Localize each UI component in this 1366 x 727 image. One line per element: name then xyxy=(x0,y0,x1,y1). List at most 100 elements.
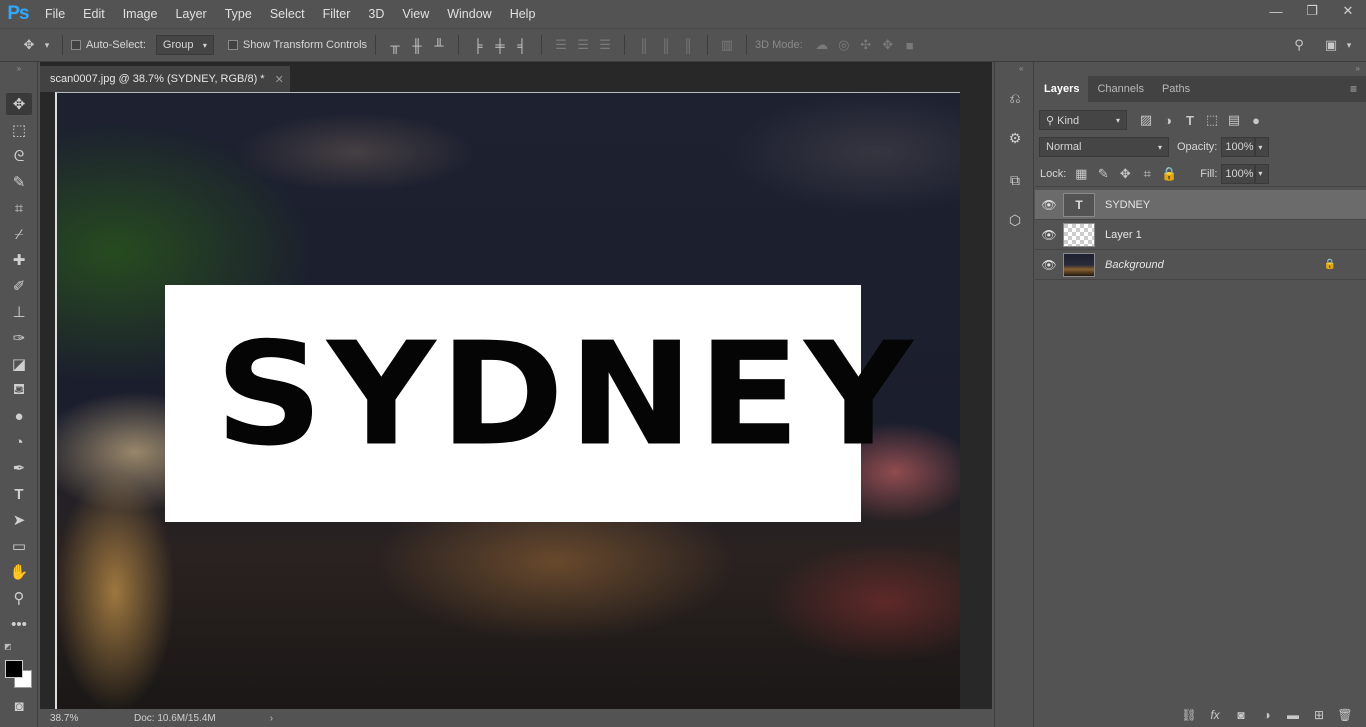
collapse-dock-icon[interactable]: « xyxy=(1019,64,1023,73)
menu-filter[interactable]: Filter xyxy=(314,0,360,28)
quick-mask-icon[interactable]: ◙ xyxy=(6,695,32,717)
history-panel-icon[interactable]: ⎌ xyxy=(1003,86,1027,110)
panel-menu-icon[interactable]: ≡ xyxy=(1341,76,1366,102)
blur-tool-icon[interactable]: ● xyxy=(6,405,32,427)
menu-edit[interactable]: Edit xyxy=(74,0,114,28)
distribute-top-icon[interactable]: ☰ xyxy=(550,34,572,56)
layer-row-sydney[interactable]: 👁 T SYDNEY xyxy=(1035,190,1366,220)
auto-select-option[interactable]: Auto-Select: xyxy=(71,39,146,51)
new-adjustment-layer-icon[interactable]: ◑ xyxy=(1254,708,1280,722)
crop-tool-icon[interactable]: ⌗ xyxy=(6,197,32,219)
show-transform-checkbox[interactable] xyxy=(227,40,238,50)
filter-toggle-icon[interactable]: ● xyxy=(1245,109,1267,131)
search-icon[interactable]: ⚲ xyxy=(1288,34,1310,56)
distribute-right-icon[interactable]: ║ xyxy=(677,34,699,56)
close-button[interactable]: ✕ xyxy=(1330,0,1366,22)
menu-file[interactable]: File xyxy=(36,0,74,28)
document-tab[interactable]: scan0007.jpg @ 38.7% (SYDNEY, RGB/8) * ✕ xyxy=(40,66,290,92)
adjustment-layer-filter-icon[interactable]: ◑ xyxy=(1157,109,1179,131)
distribute-centers-icon[interactable]: ☰ xyxy=(572,34,594,56)
pixel-layer-filter-icon[interactable]: ▨ xyxy=(1135,109,1157,131)
lock-transparent-pixels-icon[interactable]: ▦ xyxy=(1070,163,1092,185)
3d-pan-icon[interactable]: ✣ xyxy=(855,34,877,56)
3d-scale-icon[interactable]: ■ xyxy=(899,34,921,56)
show-transform-option[interactable]: Show Transform Controls xyxy=(227,39,367,51)
chevron-down-icon[interactable]: ▾ xyxy=(1342,34,1356,56)
distribute-left-icon[interactable]: ║ xyxy=(633,34,655,56)
new-group-icon[interactable]: ▬ xyxy=(1280,708,1306,722)
type-layer-filter-icon[interactable]: T xyxy=(1179,109,1201,131)
auto-select-checkbox[interactable] xyxy=(71,40,81,50)
canvas[interactable]: SYDNEY xyxy=(55,92,960,709)
visibility-eye-icon[interactable]: 👁 xyxy=(1035,198,1063,212)
tab-channels[interactable]: Channels xyxy=(1088,76,1152,102)
add-mask-icon[interactable]: ◙ xyxy=(1228,708,1254,722)
visibility-eye-icon[interactable]: 👁 xyxy=(1035,258,1063,272)
new-layer-icon[interactable]: ⊞ xyxy=(1306,708,1332,722)
auto-select-target-dropdown[interactable]: Group ▾ xyxy=(155,35,214,55)
healing-brush-tool-icon[interactable]: ✚ xyxy=(6,249,32,271)
layer-row-background[interactable]: 👁 Background 🔒 xyxy=(1035,250,1366,280)
edit-toolbar-icon[interactable]: ••• xyxy=(6,613,32,635)
paint-bucket-tool-icon[interactable]: ⛾ xyxy=(6,379,32,401)
close-icon[interactable]: ✕ xyxy=(275,73,284,86)
opacity-input[interactable]: 100% xyxy=(1221,137,1256,157)
tab-layers[interactable]: Layers xyxy=(1035,76,1089,102)
menu-image[interactable]: Image xyxy=(114,0,167,28)
hand-tool-icon[interactable]: ✋ xyxy=(6,561,32,583)
tab-paths[interactable]: Paths xyxy=(1153,76,1199,102)
auto-align-icon[interactable]: ▥ xyxy=(716,34,738,56)
layer-style-icon[interactable]: fx xyxy=(1202,708,1228,722)
lock-position-icon[interactable]: ✥ xyxy=(1114,163,1136,185)
pen-tool-icon[interactable]: ✒ xyxy=(6,457,32,479)
lasso-tool-icon[interactable]: ᘓ xyxy=(6,145,32,167)
chevron-right-icon[interactable]: › xyxy=(216,713,273,724)
align-bottom-edges-icon[interactable]: ╨ xyxy=(428,34,450,56)
chevron-down-icon[interactable]: ▾ xyxy=(1255,137,1270,157)
chevron-down-icon[interactable]: ▾ xyxy=(40,34,54,56)
rectangle-tool-icon[interactable]: ▭ xyxy=(6,535,32,557)
rectangular-marquee-tool-icon[interactable]: ⬚ xyxy=(6,119,32,141)
align-horizontal-centers-icon[interactable]: ╪ xyxy=(489,34,511,56)
link-layers-icon[interactable]: ⛓ xyxy=(1176,708,1202,722)
brush-tool-icon[interactable]: ✐ xyxy=(6,275,32,297)
properties-panel-icon[interactable]: ⚙ xyxy=(1003,126,1027,150)
3d-orbit-icon[interactable]: ☁ xyxy=(811,34,833,56)
menu-type[interactable]: Type xyxy=(216,0,261,28)
layer-row-layer-1[interactable]: 👁 Layer 1 xyxy=(1035,220,1366,250)
zoom-level[interactable]: 38.7% xyxy=(40,713,120,724)
chevron-down-icon[interactable]: ▾ xyxy=(1255,163,1270,184)
lock-artboard-icon[interactable]: ⌗ xyxy=(1136,163,1158,185)
align-top-edges-icon[interactable]: ╥ xyxy=(384,34,406,56)
history-brush-tool-icon[interactable]: ✑ xyxy=(6,327,32,349)
workspace-switcher-icon[interactable]: ▣ xyxy=(1320,34,1342,56)
align-left-edges-icon[interactable]: ╞ xyxy=(467,34,489,56)
visibility-eye-icon[interactable]: 👁 xyxy=(1035,228,1063,242)
distribute-bottom-icon[interactable]: ☰ xyxy=(594,34,616,56)
menu-3d[interactable]: 3D xyxy=(359,0,393,28)
lock-image-pixels-icon[interactable]: ✎ xyxy=(1092,163,1114,185)
fill-input[interactable]: 100% xyxy=(1221,163,1256,184)
align-vertical-centers-icon[interactable]: ╫ xyxy=(406,34,428,56)
foreground-color-swatch[interactable] xyxy=(5,660,23,678)
menu-layer[interactable]: Layer xyxy=(166,0,215,28)
menu-help[interactable]: Help xyxy=(501,0,545,28)
menu-select[interactable]: Select xyxy=(261,0,314,28)
filter-kind-dropdown[interactable]: ⚲ Kind ▾ xyxy=(1039,110,1127,130)
3d-panel-icon[interactable]: ⬡ xyxy=(1003,208,1027,232)
default-colors-icon[interactable]: ◩ xyxy=(4,642,14,652)
clone-stamp-tool-icon[interactable]: ⊥ xyxy=(6,301,32,323)
minimize-button[interactable]: — xyxy=(1258,0,1294,22)
eraser-tool-icon[interactable]: ◪ xyxy=(6,353,32,375)
lock-all-icon[interactable]: 🔒 xyxy=(1158,163,1180,185)
3d-roll-icon[interactable]: ◎ xyxy=(833,34,855,56)
move-tool-icon[interactable]: ✥ xyxy=(6,93,32,115)
type-tool-icon[interactable]: T xyxy=(6,483,32,505)
menu-window[interactable]: Window xyxy=(438,0,500,28)
menu-view[interactable]: View xyxy=(393,0,438,28)
eyedropper-tool-icon[interactable]: ⌿ xyxy=(6,223,32,245)
dodge-tool-icon[interactable]: ◔ xyxy=(6,431,32,453)
distribute-hcenter-icon[interactable]: ║ xyxy=(655,34,677,56)
shape-layer-filter-icon[interactable]: ⬚ xyxy=(1201,109,1223,131)
path-selection-tool-icon[interactable]: ➤ xyxy=(6,509,32,531)
